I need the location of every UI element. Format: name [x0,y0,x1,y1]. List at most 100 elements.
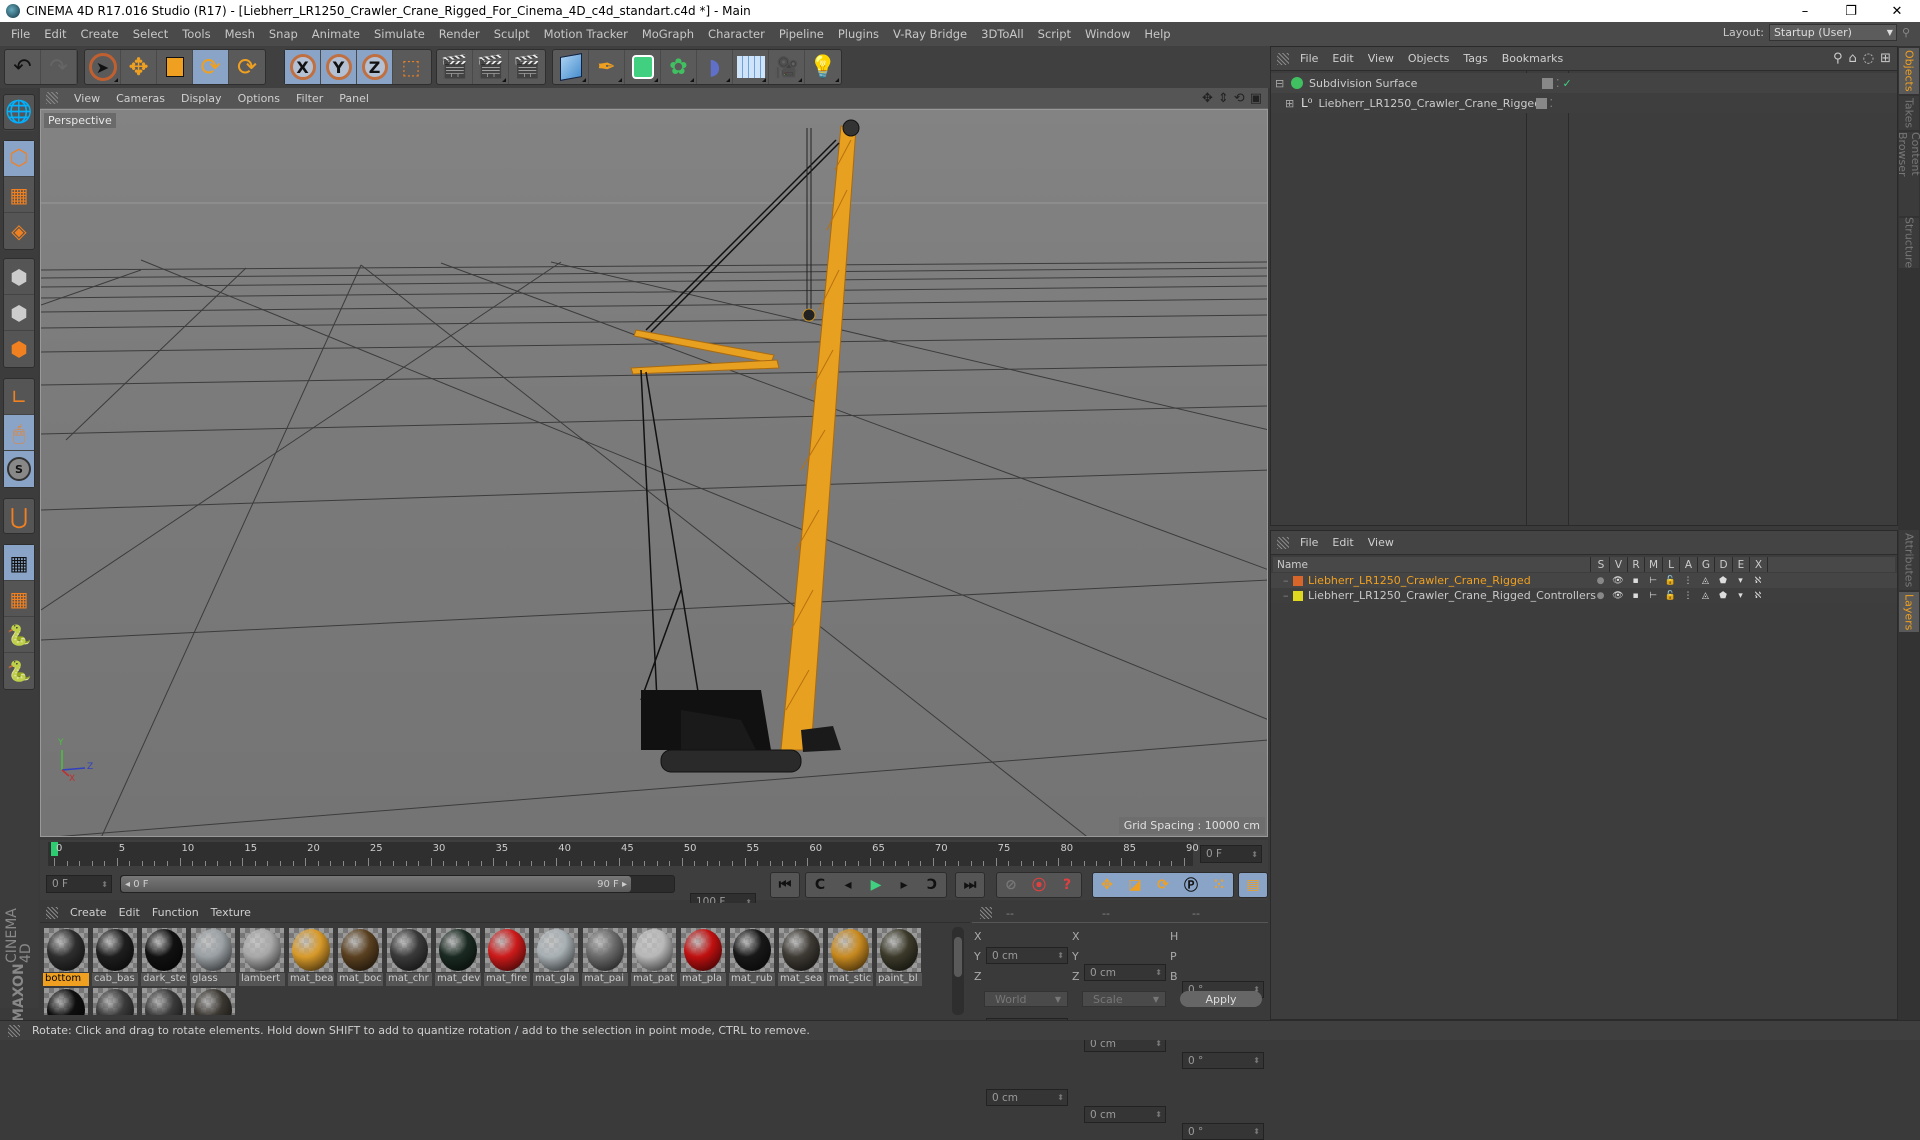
menu-tools[interactable]: Tools [175,27,217,41]
menu-mesh[interactable]: Mesh [218,27,262,41]
col-name[interactable]: Name [1273,557,1591,572]
drag-grip-icon[interactable] [46,906,58,919]
scrollbar-thumb[interactable] [954,937,962,977]
material-menu-edit[interactable]: Edit [113,906,146,919]
solo-icon[interactable]: ● [1593,591,1608,601]
menu-edit[interactable]: Edit [37,27,73,41]
coord-rot-b-field[interactable]: 0 ° ⬍ [1182,1123,1264,1140]
redo-button[interactable]: ↷ [41,50,77,84]
timeline-ruler[interactable]: 0 5 10 15 20 25 30 35 40 45 50 55 60 65 70 75 80 85 90 [48,842,1199,866]
menu-help[interactable]: Help [1137,27,1177,41]
material-swatch[interactable]: paint_bl [876,927,922,986]
recent-tool-button[interactable]: ⟳ [229,50,265,84]
tab-attributes[interactable]: Attributes [1899,530,1919,590]
menu-plugins[interactable]: Plugins [831,27,886,41]
layer-tag-icon[interactable] [1542,77,1553,89]
viewport-menu-panel[interactable]: Panel [331,92,377,105]
key-position-button[interactable]: ✥ [1093,873,1121,897]
eye-icon[interactable]: ◌ [1863,51,1874,66]
material-swatch[interactable]: mat_bea [288,927,334,986]
material-swatch[interactable]: mat_dev [435,927,481,986]
make-editable-button[interactable]: 🌐 [4,95,34,131]
xref-icon[interactable]: ℵ [1751,576,1766,586]
material-swatch[interactable]: mat_chr [386,927,432,986]
coord-space-dropdown[interactable]: World ▼ [984,991,1068,1007]
add-subdivision-button[interactable] [625,50,661,84]
coord-size-z-field[interactable]: 0 cm ⬍ [1084,1106,1166,1123]
collapse-toggle[interactable]: ⊟ [1275,77,1289,90]
tab-content-browser[interactable]: Content Browser [1896,132,1920,216]
align-workplane-button[interactable]: ▦ [4,581,34,617]
col-d[interactable]: D [1716,557,1733,572]
material-swatch[interactable]: mat_pat [631,927,677,986]
texture-mode-button[interactable]: ▦ [4,177,34,213]
tab-objects[interactable]: Objects [1899,48,1919,94]
tab-layers[interactable]: Layers [1899,592,1919,632]
coord-pos-z-field[interactable]: 0 cm ⬍ [986,1089,1068,1106]
layer-menu-edit[interactable]: Edit [1325,536,1360,549]
play-button[interactable]: ▶ [862,873,890,897]
next-frame-button[interactable]: ▸ [890,873,918,897]
x-axis-lock-button[interactable]: X [285,50,321,84]
python-script-button-2[interactable]: 🐍 [4,653,34,689]
viewport-menu-options[interactable]: Options [230,92,288,105]
autokey-button[interactable]: ? [1053,873,1081,897]
drag-grip-icon[interactable] [980,906,992,919]
menu-create[interactable]: Create [74,27,126,41]
layer-row[interactable]: – Liebherr_LR1250_Crawler_Crane_Rigged ● 👁 ▪… [1271,573,1897,588]
render-picture-viewer-button[interactable]: 🎬 [473,50,509,84]
xref-icon[interactable]: ℵ [1751,591,1766,601]
visibility-dots-icon[interactable]: ⁚ [1556,77,1560,90]
visible-eye-icon[interactable]: 👁 [1611,591,1626,601]
workplane-mode-button[interactable]: ◈ [4,213,34,249]
material-swatch[interactable] [43,987,89,1015]
layer-color-swatch[interactable] [1293,575,1303,586]
material-swatch[interactable]: mat_stic [827,927,873,986]
layer-tag-icon[interactable] [1535,97,1547,109]
magnet-button[interactable]: ⋃ [4,499,34,535]
material-swatch[interactable]: glass [190,927,236,986]
render-settings-button[interactable]: 🎬 [509,50,545,84]
coord-size-x-field[interactable]: 0 cm ⬍ [1084,964,1166,981]
current-frame-field[interactable]: 0 F ⬍ [1200,845,1262,863]
enable-axis-button[interactable]: ∟ [4,379,34,415]
col-g[interactable]: G [1698,557,1715,572]
object-menu-bookmarks[interactable]: Bookmarks [1495,52,1570,65]
search-icon[interactable]: ⚲ [1902,26,1910,39]
visible-eye-icon[interactable]: 👁 [1611,576,1626,586]
material-swatch[interactable]: mat_sea [778,927,824,986]
coordinate-system-button[interactable]: ⬚ [393,50,429,84]
menu-snap[interactable]: Snap [262,27,305,41]
film-timeline-icon[interactable]: ▤ [1239,873,1267,897]
edges-mode-button[interactable]: ⬢ [4,295,34,331]
col-x[interactable]: X [1751,557,1768,572]
key-scale-button[interactable]: ◪ [1121,873,1149,897]
add-floor-button[interactable] [733,50,769,84]
new-view-icon[interactable]: ⊞ [1880,51,1891,66]
restore-button[interactable]: ❐ [1828,0,1874,22]
maximize-view-icon[interactable]: ▣ [1250,91,1262,106]
menu-animate[interactable]: Animate [305,27,367,41]
render-clapper-icon[interactable]: ▪ [1628,591,1643,601]
material-swatch[interactable]: lambert [239,927,285,986]
material-swatch[interactable] [92,987,138,1015]
material-swatch[interactable]: mat_boc [337,927,383,986]
key-rotation-button[interactable]: ⟳ [1149,873,1177,897]
close-button[interactable]: ✕ [1874,0,1920,22]
generator-icon[interactable]: ◬ [1698,576,1713,586]
key-pla-button[interactable]: ⁙ [1205,873,1233,897]
material-swatch[interactable]: mat_gla [533,927,579,986]
goto-prev-key-button[interactable]: C [806,873,834,897]
visibility-dots-icon[interactable]: ⁚ [1550,97,1554,110]
material-swatch[interactable]: mat_rub [729,927,775,986]
points-mode-button[interactable]: ⬢ [4,259,34,295]
material-swatch[interactable]: cab_bas [92,927,138,986]
object-menu-edit[interactable]: Edit [1325,52,1360,65]
menu-vray-bridge[interactable]: V-Ray Bridge [886,27,974,41]
minimize-button[interactable]: – [1782,0,1828,22]
manager-tree-icon[interactable]: ⊢ [1646,591,1661,601]
drag-grip-icon[interactable] [1277,536,1289,549]
expression-icon[interactable]: ▾ [1733,576,1748,586]
live-selection-button[interactable]: ➤ [85,50,121,84]
polygons-mode-button[interactable]: ⬢ [4,331,34,367]
